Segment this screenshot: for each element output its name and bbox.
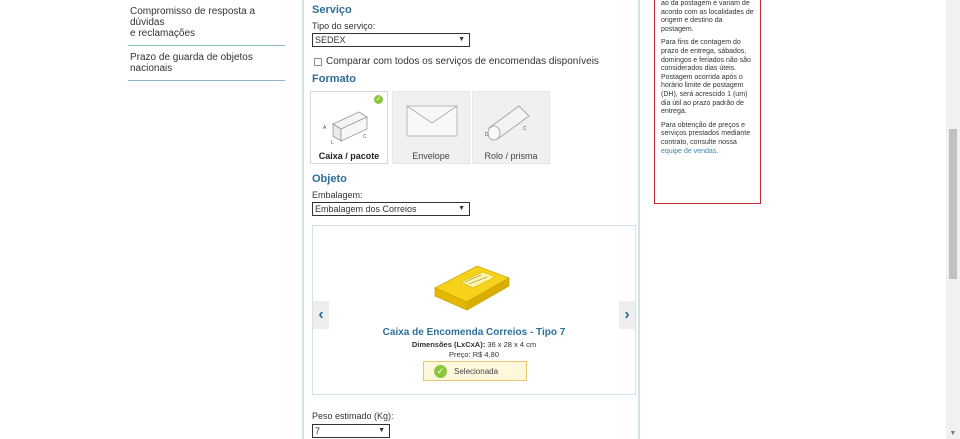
embalagem-value: Embalagem dos Correios xyxy=(315,204,417,214)
nav-item-line: Compromisso de resposta a dúvidas xyxy=(130,6,256,28)
nav-item-prazo-guarda[interactable]: Prazo de guarda de objetos nacionais xyxy=(128,46,285,81)
price-value: R$ 4,80 xyxy=(472,350,500,359)
peso-select[interactable]: 7 ▼ xyxy=(312,424,390,438)
product-price: Preço: R$ 4,80 xyxy=(313,350,635,359)
product-title: Caixa de Encomenda Correios - Tipo 7 xyxy=(382,327,566,338)
embalagem-label: Embalagem: xyxy=(312,190,363,200)
product-box-image xyxy=(434,265,510,311)
dimensions-value: 36 x 28 x 4 cm xyxy=(487,340,537,349)
tipo-servico-value: SEDEX xyxy=(315,35,346,45)
roll-letter-d: D xyxy=(485,132,489,138)
roll-letter-c: C xyxy=(523,126,527,132)
chevron-down-icon: ▼ xyxy=(458,36,465,43)
nav-item-line: e reclamações xyxy=(130,28,196,39)
embalagem-select[interactable]: Embalagem dos Correios ▼ xyxy=(312,202,470,216)
tipo-servico-select[interactable]: SEDEX ▼ xyxy=(312,33,470,47)
nav-item-line: nacionais xyxy=(130,63,173,74)
tipo-servico-label: Tipo do serviço: xyxy=(312,21,376,31)
format-option-caixa[interactable]: A L C ✓ Caixa / pacote xyxy=(310,91,388,164)
nav-item-line: Prazo de guarda de objetos xyxy=(130,52,253,63)
box-letter-l: L xyxy=(331,140,334,146)
check-icon: ✓ xyxy=(374,95,383,104)
chevron-down-icon: ▼ xyxy=(458,205,465,212)
format-label: Rolo / prisma xyxy=(484,151,538,161)
page-scrollbar[interactable]: ▼ xyxy=(946,0,960,439)
section-title-formato: Formato xyxy=(312,73,356,85)
format-option-envelope[interactable]: Envelope xyxy=(392,91,470,164)
dimensions-label: Dimensões (LxCxA): xyxy=(411,340,486,349)
envelope-icon xyxy=(406,105,458,137)
info-paragraph: Para fins de contagem do prazo de entreg… xyxy=(661,39,751,116)
format-option-rolo[interactable]: D C Rolo / prisma xyxy=(472,91,550,164)
carousel-prev-button[interactable]: ‹ xyxy=(313,301,329,329)
info-paragraph: ao da postagem e variam de acordo com as… xyxy=(661,0,754,33)
main-form: Serviço Tipo do serviço: SEDEX ▼ Compara… xyxy=(302,0,640,439)
packaging-carousel: ‹ › Caixa de Encomenda Correios - Tipo 7… xyxy=(312,225,636,395)
peso-value: 7 xyxy=(315,426,321,436)
chevron-down-icon: ▼ xyxy=(378,427,385,434)
carousel-next-button[interactable]: › xyxy=(619,301,635,329)
peso-label: Peso estimado (Kg): xyxy=(312,411,394,421)
roll-icon: D C xyxy=(485,105,530,141)
equipe-vendas-link[interactable]: equipe de vendas xyxy=(661,148,716,155)
price-label: Preço: xyxy=(448,350,471,359)
section-title-objeto: Objeto xyxy=(312,173,347,185)
left-nav: Compromisso de resposta a dúvidas e recl… xyxy=(128,0,285,81)
format-label: Envelope xyxy=(412,151,450,161)
selected-button[interactable]: ✓ Selecionada xyxy=(423,361,527,381)
format-label: Caixa / pacote xyxy=(318,151,380,161)
comparar-checkbox[interactable] xyxy=(314,58,322,66)
nav-item-compromisso[interactable]: Compromisso de resposta a dúvidas e recl… xyxy=(128,0,285,46)
check-circle-icon: ✓ xyxy=(434,365,447,378)
info-text-end: . xyxy=(716,147,719,155)
info-text: Para obtenção de preços e serviços prest… xyxy=(661,121,751,146)
comparar-label: Comparar com todos os serviços de encome… xyxy=(326,56,599,67)
box-letter-a: A xyxy=(323,125,327,131)
box-letter-c: C xyxy=(363,134,367,140)
section-title-servico: Serviço xyxy=(312,4,352,16)
info-paragraph: Para obtenção de preços e serviços prest… xyxy=(661,122,754,156)
selected-label: Selecionada xyxy=(454,367,499,376)
scrollbar-thumb[interactable] xyxy=(949,129,957,279)
product-dimensions: Dimensões (LxCxA): 36 x 28 x 4 cm xyxy=(313,340,635,349)
info-box: ao da postagem e variam de acordo com as… xyxy=(654,0,761,204)
scroll-down-icon[interactable]: ▼ xyxy=(946,430,960,437)
